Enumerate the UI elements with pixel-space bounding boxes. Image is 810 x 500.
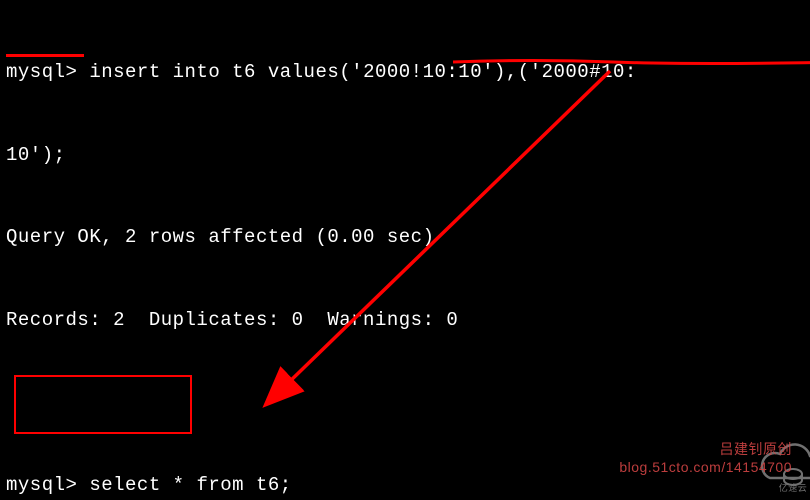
annotation-underline-continuation: [6, 48, 84, 57]
watermark-logo: 亿速云: [700, 410, 790, 465]
response-records: Records: 2 Duplicates: 0 Warnings: 0: [6, 307, 804, 335]
prompt: mysql>: [6, 474, 77, 496]
prompt: mysql>: [6, 61, 77, 83]
watermark-author: 吕建钊原创: [619, 440, 792, 458]
cmd-select: mysql> select * from t6;: [6, 472, 804, 500]
cmd-insert-line1: mysql> insert into t6 values('2000!10:10…: [6, 59, 804, 87]
blank-line: [6, 390, 804, 418]
insert-statement-part1: insert into t6 values('2000!10:10'),('20…: [89, 61, 637, 83]
cmd-insert-line2: 10');: [6, 142, 804, 170]
annotation-underline-values: [405, 22, 800, 32]
select-statement: select * from t6;: [89, 474, 291, 496]
response-query-ok: Query OK, 2 rows affected (0.00 sec): [6, 224, 804, 252]
terminal-window[interactable]: mysql> insert into t6 values('2000!10:10…: [0, 0, 810, 500]
watermark-text: 吕建钊原创 blog.51cto.com/14154700: [619, 440, 792, 476]
